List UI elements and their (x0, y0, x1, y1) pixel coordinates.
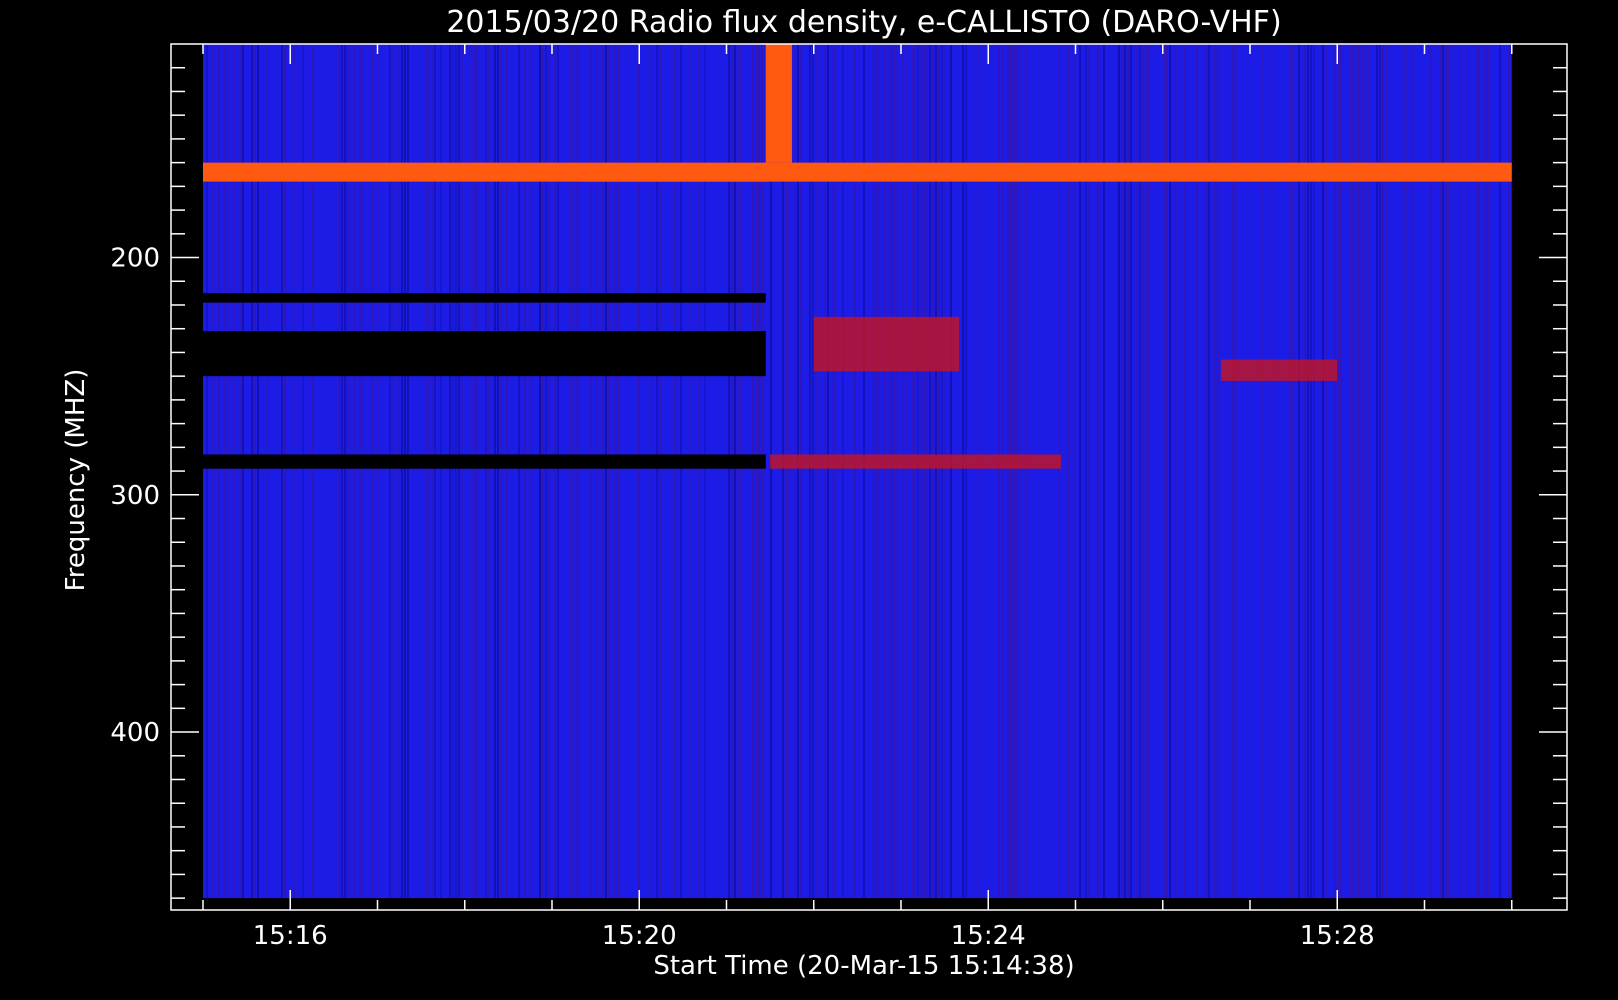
y-axis-label: Frequency (MHZ) (61, 369, 91, 592)
feature-broadband-burst (765, 44, 792, 163)
x-tick-label: 15:24 (951, 921, 1026, 951)
x-tick-label: 15:20 (602, 921, 677, 951)
feature-interference-band (202, 162, 1512, 182)
x-axis-label: Start Time (20-Mar-15 15:14:38) (653, 951, 1074, 981)
x-tick-label: 15:16 (253, 921, 328, 951)
feature-emission-patch (813, 316, 960, 372)
y-tick-label: 400 (110, 718, 160, 748)
x-tick-label: 15:28 (1300, 921, 1375, 951)
chart-title: 2015/03/20 Radio flux density, e-CALLIST… (446, 5, 1281, 40)
y-tick-label: 300 (110, 481, 160, 511)
feature-emission-patch (581, 169, 766, 182)
spectrogram-chart: 2015/03/20 Radio flux density, e-CALLIST… (0, 0, 1618, 1000)
feature-low-signal-gap (202, 331, 766, 377)
spectrogram-image (202, 44, 1513, 899)
feature-emission-patch (1220, 359, 1338, 381)
feature-low-signal-gap (202, 454, 766, 469)
y-tick-label: 200 (110, 244, 160, 274)
feature-drifting-feature (770, 454, 1061, 469)
feature-low-signal-gap (202, 293, 766, 303)
